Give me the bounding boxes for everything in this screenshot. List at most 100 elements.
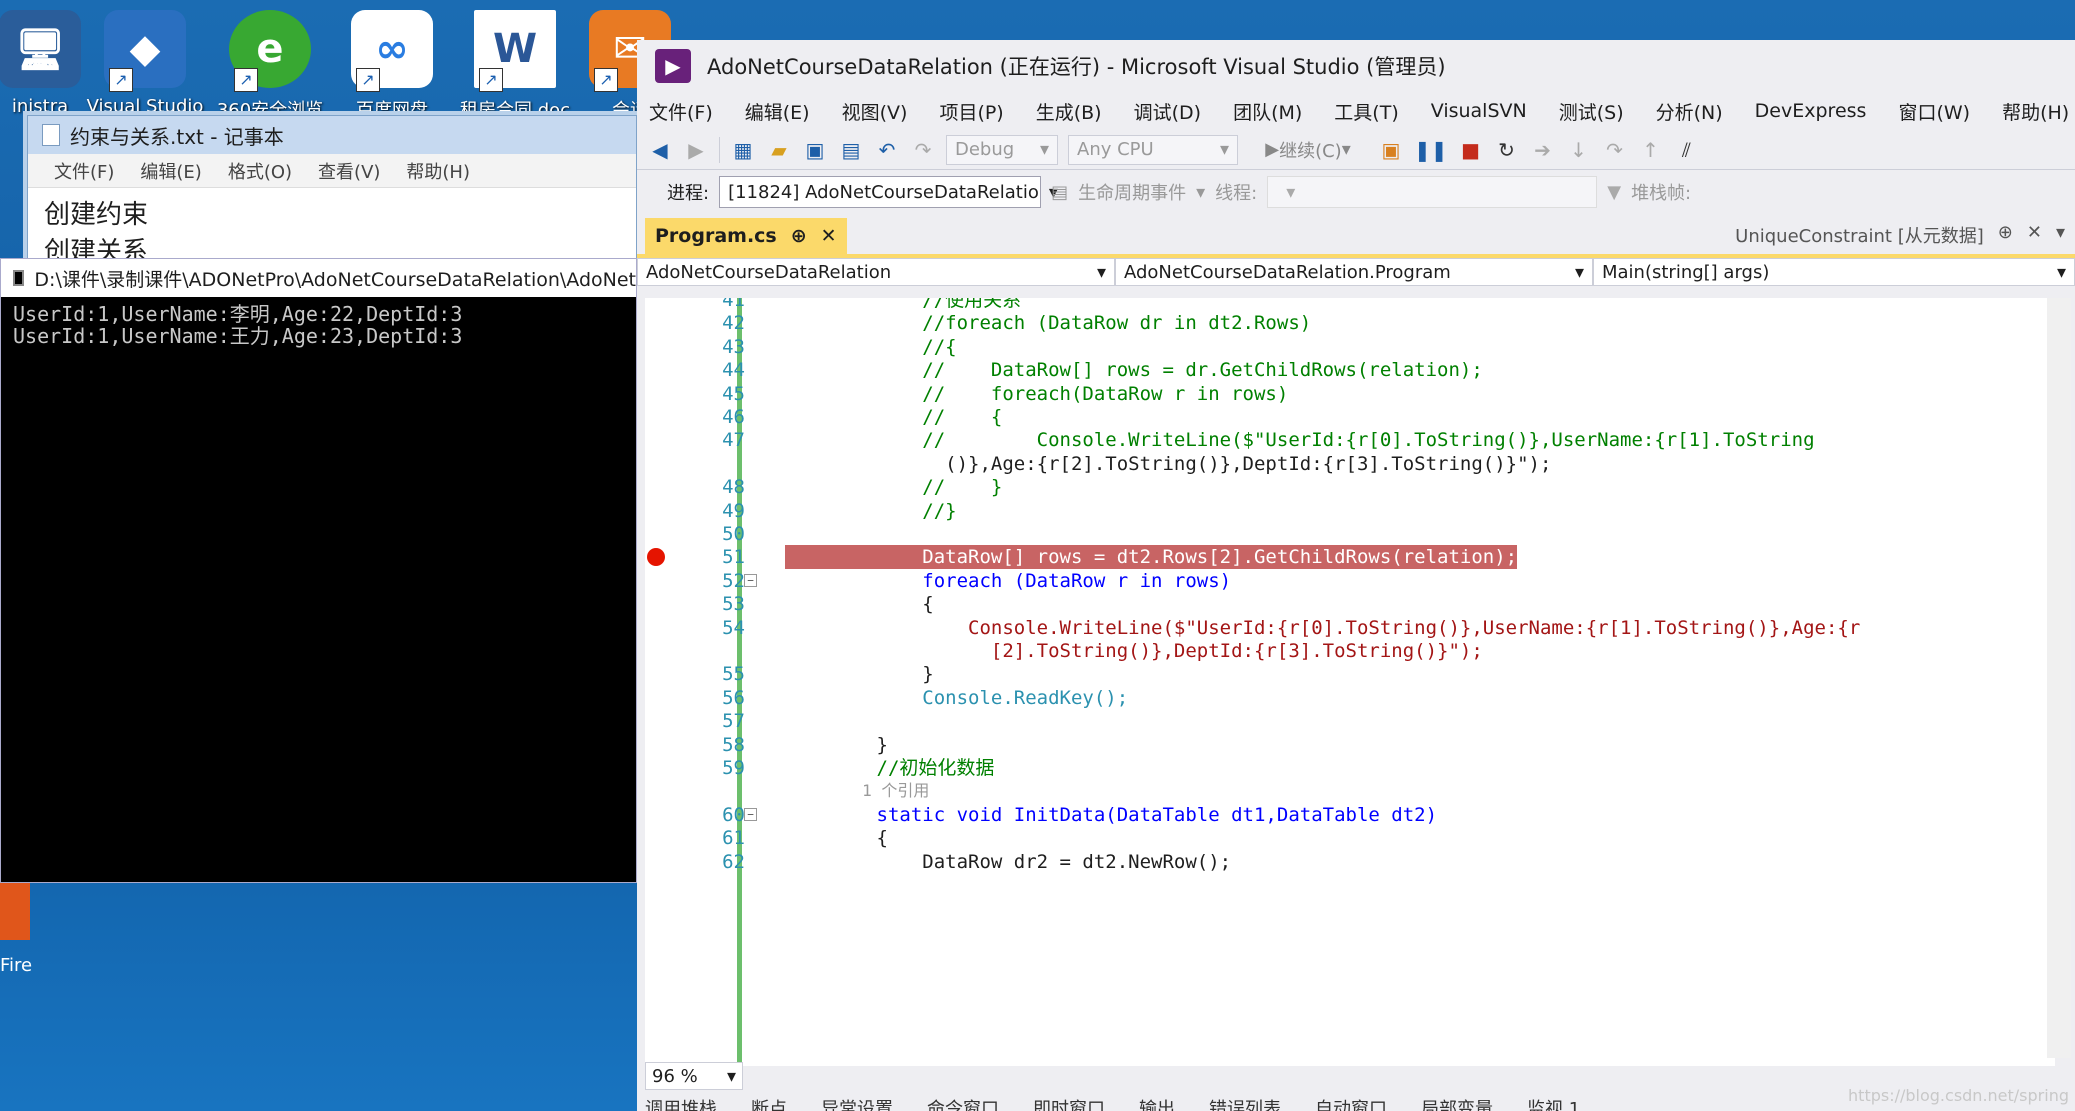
- vs-menu-debug[interactable]: 调试(D): [1134, 98, 1201, 125]
- code-text: 1 个引用: [785, 781, 930, 801]
- code-editor[interactable]: 41 //使用关系 42 //foreach (DataRow dr in dt2…: [645, 298, 2055, 1066]
- desktop-icon-360-browser[interactable]: e ↗ 360安全浏览: [210, 10, 330, 122]
- save-all-icon[interactable]: ▤: [838, 135, 864, 165]
- line-number: 57: [722, 710, 745, 733]
- code-text: Console.WriteLine($"UserId:{r[0].ToStrin…: [785, 616, 1861, 639]
- line-number: 59: [722, 757, 745, 779]
- vs-menu-edit[interactable]: 编辑(E): [745, 98, 810, 125]
- tab-dropdown-icon[interactable]: ▾: [2056, 222, 2065, 248]
- vs-menu-project[interactable]: 项目(P): [939, 98, 1003, 125]
- notepad-menubar: 文件(F) 编辑(E) 格式(O) 查看(V) 帮助(H): [28, 154, 636, 188]
- bottom-tab[interactable]: 局部变量: [1421, 1095, 1493, 1111]
- line-number: 52: [722, 569, 745, 592]
- code-text: // {: [785, 406, 1003, 428]
- pin-icon[interactable]: ⊕: [791, 225, 807, 247]
- step-over-icon[interactable]: ↷: [1602, 135, 1628, 165]
- vs-menu-visualsvn[interactable]: VisualSVN: [1431, 100, 1527, 122]
- pause-icon[interactable]: ❚❚: [1414, 135, 1448, 165]
- bottom-tab[interactable]: 监视 1: [1527, 1095, 1580, 1111]
- restart-icon[interactable]: ↻: [1494, 135, 1520, 165]
- class-nav-select[interactable]: AdoNetCourseDataRelation.Program ▾: [1115, 258, 1593, 286]
- lifecycle-events-button[interactable]: 生命周期事件: [1078, 179, 1186, 205]
- console-window[interactable]: D:\课件\录制课件\ADONetPro\AdoNetCourseDataRel…: [0, 258, 637, 883]
- console-titlebar[interactable]: D:\课件\录制课件\ADONetPro\AdoNetCourseDataRel…: [1, 259, 636, 297]
- project-nav-select[interactable]: AdoNetCourseDataRelation ▾: [637, 258, 1115, 286]
- filter-icon[interactable]: ▼: [1607, 182, 1621, 203]
- pin-icon[interactable]: ⊕: [1998, 222, 2013, 248]
- notepad-menu-view[interactable]: 查看(V): [318, 158, 380, 184]
- firefox-icon[interactable]: [0, 880, 30, 940]
- comment-icon[interactable]: ⫽: [1674, 135, 1700, 165]
- shortcut-arrow-icon: ↗: [479, 68, 503, 92]
- editor-scrollbar[interactable]: [2047, 298, 2071, 1058]
- close-icon[interactable]: ✕: [2027, 222, 2042, 248]
- vs-standard-toolbar: ◀ ▶ ▦ ▰ ▣ ▤ ↶ ↷ Debug ▾ Any CPU ▾ ▶ 继续(C) …: [637, 130, 2075, 170]
- vs-menu-help[interactable]: 帮助(H): [2002, 98, 2069, 125]
- notepad-titlebar[interactable]: 约束与关系.txt - 记事本: [28, 116, 636, 154]
- bottom-tab[interactable]: 自动窗口: [1315, 1095, 1387, 1111]
- back-icon[interactable]: ◀: [647, 135, 673, 165]
- code-text: //初始化数据: [785, 757, 995, 779]
- vs-menu-file[interactable]: 文件(F): [649, 98, 713, 125]
- vs-titlebar[interactable]: ▶ AdoNetCourseDataRelation (正在运行) - Micr…: [637, 40, 2075, 92]
- notepad-menu-format[interactable]: 格式(O): [228, 158, 292, 184]
- tab-program-cs[interactable]: Program.cs ⊕ ✕: [645, 218, 847, 254]
- code-text: //{: [785, 335, 957, 358]
- vs-menu-window[interactable]: 窗口(W): [1898, 98, 1970, 125]
- code-text: }: [785, 733, 888, 756]
- code-text: // }: [785, 476, 1003, 499]
- solution-config-select[interactable]: Debug ▾: [946, 134, 1058, 165]
- attach-icon[interactable]: ▣: [1378, 135, 1404, 165]
- notepad-window[interactable]: 约束与关系.txt - 记事本 文件(F) 编辑(E) 格式(O) 查看(V) …: [27, 115, 637, 267]
- desktop-icon-visual-studio[interactable]: ◆ ↗ Visual Studio: [85, 10, 205, 117]
- collapse-icon[interactable]: −: [744, 573, 757, 587]
- bottom-tab[interactable]: 调用堆栈: [645, 1095, 717, 1111]
- redo-icon[interactable]: ↷: [910, 135, 936, 165]
- step-into-icon[interactable]: ↓: [1566, 135, 1592, 165]
- member-nav-select[interactable]: Main(string[] args) ▾: [1593, 258, 2075, 286]
- bottom-tab[interactable]: 错误列表: [1209, 1095, 1281, 1111]
- code-text: Console.ReadKey();: [785, 686, 1129, 709]
- stop-icon[interactable]: ■: [1458, 135, 1484, 165]
- vs-menu-test[interactable]: 测试(S): [1559, 98, 1624, 125]
- vs-menu-view[interactable]: 视图(V): [842, 98, 908, 125]
- line-number: 53: [722, 593, 745, 616]
- undo-icon[interactable]: ↶: [874, 135, 900, 165]
- code-line: 57: [645, 709, 2025, 733]
- close-icon[interactable]: ✕: [821, 225, 837, 247]
- forward-icon[interactable]: ▶: [683, 135, 709, 165]
- collapse-icon[interactable]: −: [744, 807, 757, 821]
- step-out-icon[interactable]: ↑: [1638, 135, 1664, 165]
- breakpoint-icon[interactable]: [647, 548, 665, 567]
- bottom-tab[interactable]: 即时窗口: [1033, 1095, 1105, 1111]
- desktop-icon-baidu-netdisk[interactable]: ∞ ↗ 百度网盘: [332, 10, 452, 122]
- vs-menu-build[interactable]: 生成(B): [1036, 98, 1102, 125]
- process-select[interactable]: [11824] AdoNetCourseDataRelatio ▾: [719, 176, 1058, 208]
- show-next-statement-icon[interactable]: ➔: [1530, 135, 1556, 165]
- lifecycle-events-icon[interactable]: ▤: [1051, 182, 1068, 203]
- shortcut-arrow-icon: ↗: [594, 68, 618, 92]
- bottom-tab[interactable]: 命令窗口: [927, 1095, 999, 1111]
- notepad-menu-help[interactable]: 帮助(H): [406, 158, 470, 184]
- vs-menu-devexpress[interactable]: DevExpress: [1755, 100, 1867, 122]
- bottom-tab[interactable]: 输出: [1139, 1095, 1175, 1111]
- firefox-label: Fire: [0, 955, 33, 976]
- vs-menu-analyze[interactable]: 分析(N): [1656, 98, 1723, 125]
- zoom-select[interactable]: 96 % ▾: [645, 1062, 743, 1090]
- continue-button[interactable]: ▶ 继续(C) ▾: [1248, 135, 1368, 165]
- save-icon[interactable]: ▣: [802, 135, 828, 165]
- thread-select[interactable]: ▾: [1267, 176, 1598, 208]
- visual-studio-window[interactable]: ▶ AdoNetCourseDataRelation (正在运行) - Micr…: [637, 40, 2075, 1111]
- vs-menu-team[interactable]: 团队(M): [1233, 98, 1302, 125]
- desktop-icon-word-doc[interactable]: W ↗ 租房合同.doc: [455, 10, 575, 122]
- solution-platform-select[interactable]: Any CPU ▾: [1068, 134, 1238, 165]
- bottom-tab[interactable]: 断点: [751, 1095, 787, 1111]
- open-file-icon[interactable]: ▰: [766, 135, 792, 165]
- new-project-icon[interactable]: ▦: [730, 135, 756, 165]
- bottom-tab[interactable]: 异常设置: [821, 1095, 893, 1111]
- notepad-line: 创建约束: [44, 200, 149, 230]
- vs-menu-tools[interactable]: 工具(T): [1334, 98, 1398, 125]
- tab-unique-constraint[interactable]: UniqueConstraint [从元数据] ⊕ ✕ ▾: [1735, 222, 2075, 248]
- notepad-menu-file[interactable]: 文件(F): [54, 158, 114, 184]
- notepad-menu-edit[interactable]: 编辑(E): [140, 158, 201, 184]
